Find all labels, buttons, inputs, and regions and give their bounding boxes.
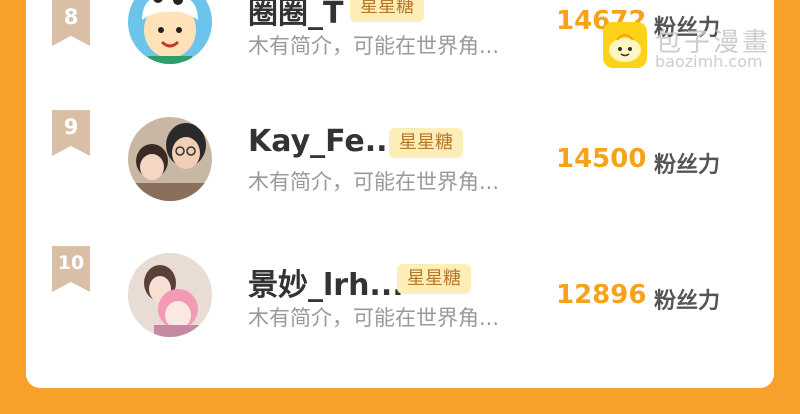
fans-label: 粉丝力 [654,153,721,178]
list-item[interactable]: 9 Kay_Fe... 星星糖 木有简介，可能在世界角... 14500 粉丝力 [26,110,774,220]
rank-badge: 10 [52,246,90,292]
level-badge: 星星糖 [350,0,424,22]
rank-badge: 8 [52,0,90,46]
rank-badge: 9 [52,110,90,156]
cartoon-avatar-icon [128,0,212,64]
avatar[interactable] [128,117,212,201]
level-badge: 星星糖 [389,128,463,158]
site-watermark: 包子漫畫 baozimh.com [603,22,793,72]
level-badge: 星星糖 [397,264,471,294]
watermark-url: baozimh.com [655,52,763,71]
avatar[interactable] [128,0,212,64]
user-bio: 木有简介，可能在世界角... [248,306,500,330]
photo-avatar-icon [128,117,212,201]
user-bio: 木有简介，可能在世界角... [248,170,500,194]
user-name[interactable]: 圈圈_T [248,0,343,32]
fans-label: 粉丝力 [654,289,721,314]
user-name[interactable]: 景妙_lrh... [248,260,404,304]
list-item[interactable]: 10 景妙_lrh... 星星糖 木有简介，可能在世界角... 12896 粉丝… [26,246,774,356]
avatar[interactable] [128,253,212,337]
bun-logo-icon [603,22,647,68]
user-name[interactable]: Kay_Fe... [248,124,399,159]
fans-count: 12896 [556,280,647,310]
fans-count: 14500 [556,144,647,174]
user-bio: 木有简介，可能在世界角... [248,34,500,58]
anime-avatar-icon [128,253,212,337]
